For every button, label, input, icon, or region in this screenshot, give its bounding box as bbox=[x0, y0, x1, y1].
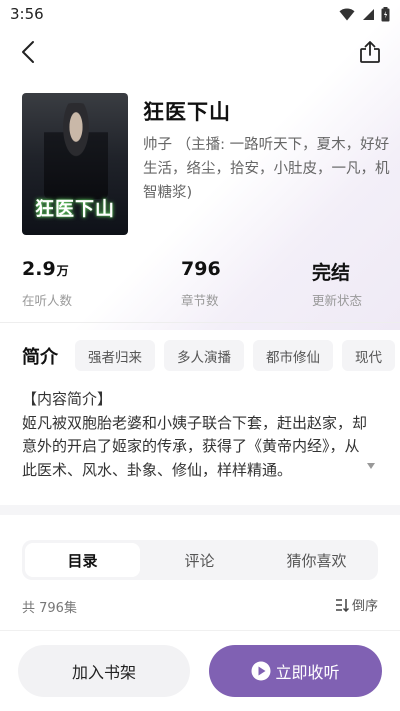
share-button[interactable] bbox=[356, 37, 384, 67]
tab-catalog[interactable]: 目录 bbox=[25, 543, 140, 577]
expand-icon[interactable] bbox=[366, 462, 376, 470]
book-cover[interactable]: 狂医下山 bbox=[22, 93, 128, 235]
tag-chip[interactable]: 现代 bbox=[342, 340, 395, 371]
status-bar: 3:56 bbox=[0, 0, 400, 28]
book-authors: 帅子 （主播: 一路听天下，夏木，好好生活，络尘，拾安，小肚皮，一凡，机智糖浆) bbox=[143, 137, 390, 201]
wifi-icon bbox=[339, 8, 355, 20]
tag-chip[interactable]: 强者归来 bbox=[75, 340, 155, 371]
book-header: 狂医下山 狂医下山 帅子 （主播: 一路听天下，夏木，好好生活，络尘，拾安，小肚… bbox=[22, 93, 392, 238]
intro-tags-row: 简介 强者归来 多人演播 都市修仙 现代 bbox=[22, 340, 400, 372]
tab-recommend[interactable]: 猜你喜欢 bbox=[259, 543, 374, 577]
tab-comments[interactable]: 评论 bbox=[142, 543, 257, 577]
book-title: 狂医下山 bbox=[143, 100, 231, 124]
stat-chapters: 796 章节数 bbox=[181, 258, 221, 309]
sort-button[interactable]: 倒序 bbox=[335, 595, 378, 614]
divider bbox=[0, 322, 400, 323]
signal-icon bbox=[363, 8, 374, 20]
intro-heading: 简介 bbox=[22, 347, 58, 368]
stat-listeners-value: 2.9 bbox=[22, 258, 56, 280]
sort-icon bbox=[335, 598, 349, 612]
stat-listeners: 2.9万 在听人数 bbox=[22, 258, 72, 309]
stat-status-value: 完结 bbox=[312, 262, 351, 284]
status-icons bbox=[339, 6, 390, 22]
content-tabs: 目录 评论 猜你喜欢 bbox=[22, 540, 378, 580]
stats-row: 2.9万 在听人数 796 章节数 完结 更新状态 bbox=[22, 258, 382, 308]
listen-now-label: 立即收听 bbox=[275, 663, 340, 682]
cover-title-art: 狂医下山 bbox=[34, 198, 115, 220]
section-separator bbox=[0, 505, 400, 515]
intro-text[interactable]: 【内容简介】 姬凡被双胞胎老婆和小姨子联合下套，赶出赵家，却意外的开启了姬家的传… bbox=[22, 388, 367, 482]
intro-text-body: 姬凡被双胞胎老婆和小姨子联合下套，赶出赵家，却意外的开启了姬家的传承，获得了《黄… bbox=[22, 413, 368, 479]
add-to-shelf-button[interactable]: 加入书架 bbox=[18, 645, 190, 697]
back-button[interactable] bbox=[14, 36, 42, 68]
tag-chip[interactable]: 多人演播 bbox=[164, 340, 244, 371]
stat-listeners-label: 在听人数 bbox=[22, 293, 73, 308]
stat-status: 完结 更新状态 bbox=[312, 258, 362, 309]
back-arrow-icon bbox=[22, 41, 34, 63]
stat-chapters-label: 章节数 bbox=[181, 293, 219, 308]
bottom-action-bar: 加入书架 立即收听 bbox=[0, 630, 400, 711]
stat-status-label: 更新状态 bbox=[312, 293, 363, 308]
nav-bar bbox=[0, 34, 400, 70]
status-time: 3:56 bbox=[10, 5, 44, 23]
stat-listeners-unit: 万 bbox=[56, 264, 69, 278]
episode-count: 共 796集 bbox=[22, 601, 77, 616]
play-icon bbox=[251, 661, 271, 681]
intro-text-heading: 【内容简介】 bbox=[22, 390, 113, 408]
battery-icon bbox=[381, 6, 390, 21]
tag-chip[interactable]: 都市修仙 bbox=[253, 340, 333, 371]
sort-label: 倒序 bbox=[351, 599, 378, 614]
stat-chapters-value: 796 bbox=[181, 258, 221, 280]
listen-now-button[interactable]: 立即收听 bbox=[209, 645, 382, 697]
share-icon bbox=[360, 41, 380, 63]
stat-listeners-value-wrap: 2.9万 bbox=[22, 258, 72, 282]
cover-figure bbox=[44, 103, 108, 199]
